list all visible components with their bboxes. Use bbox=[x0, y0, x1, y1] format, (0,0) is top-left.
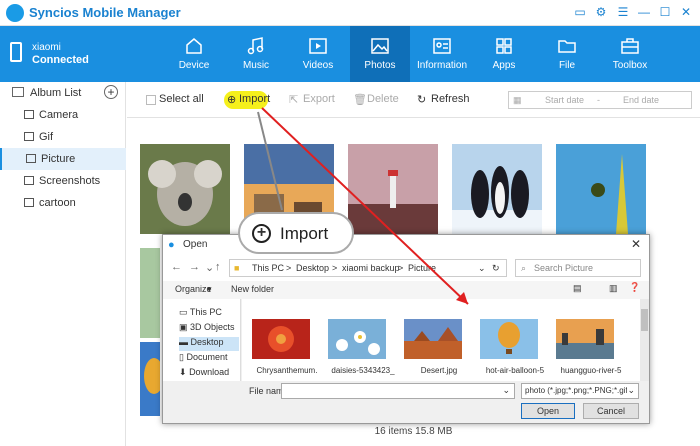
plus-circle-icon: + bbox=[252, 224, 271, 243]
import-callout: + Import bbox=[238, 212, 354, 254]
callout-label: Import bbox=[280, 224, 329, 243]
red-arrow bbox=[261, 107, 469, 305]
callout-pointer bbox=[257, 111, 283, 211]
